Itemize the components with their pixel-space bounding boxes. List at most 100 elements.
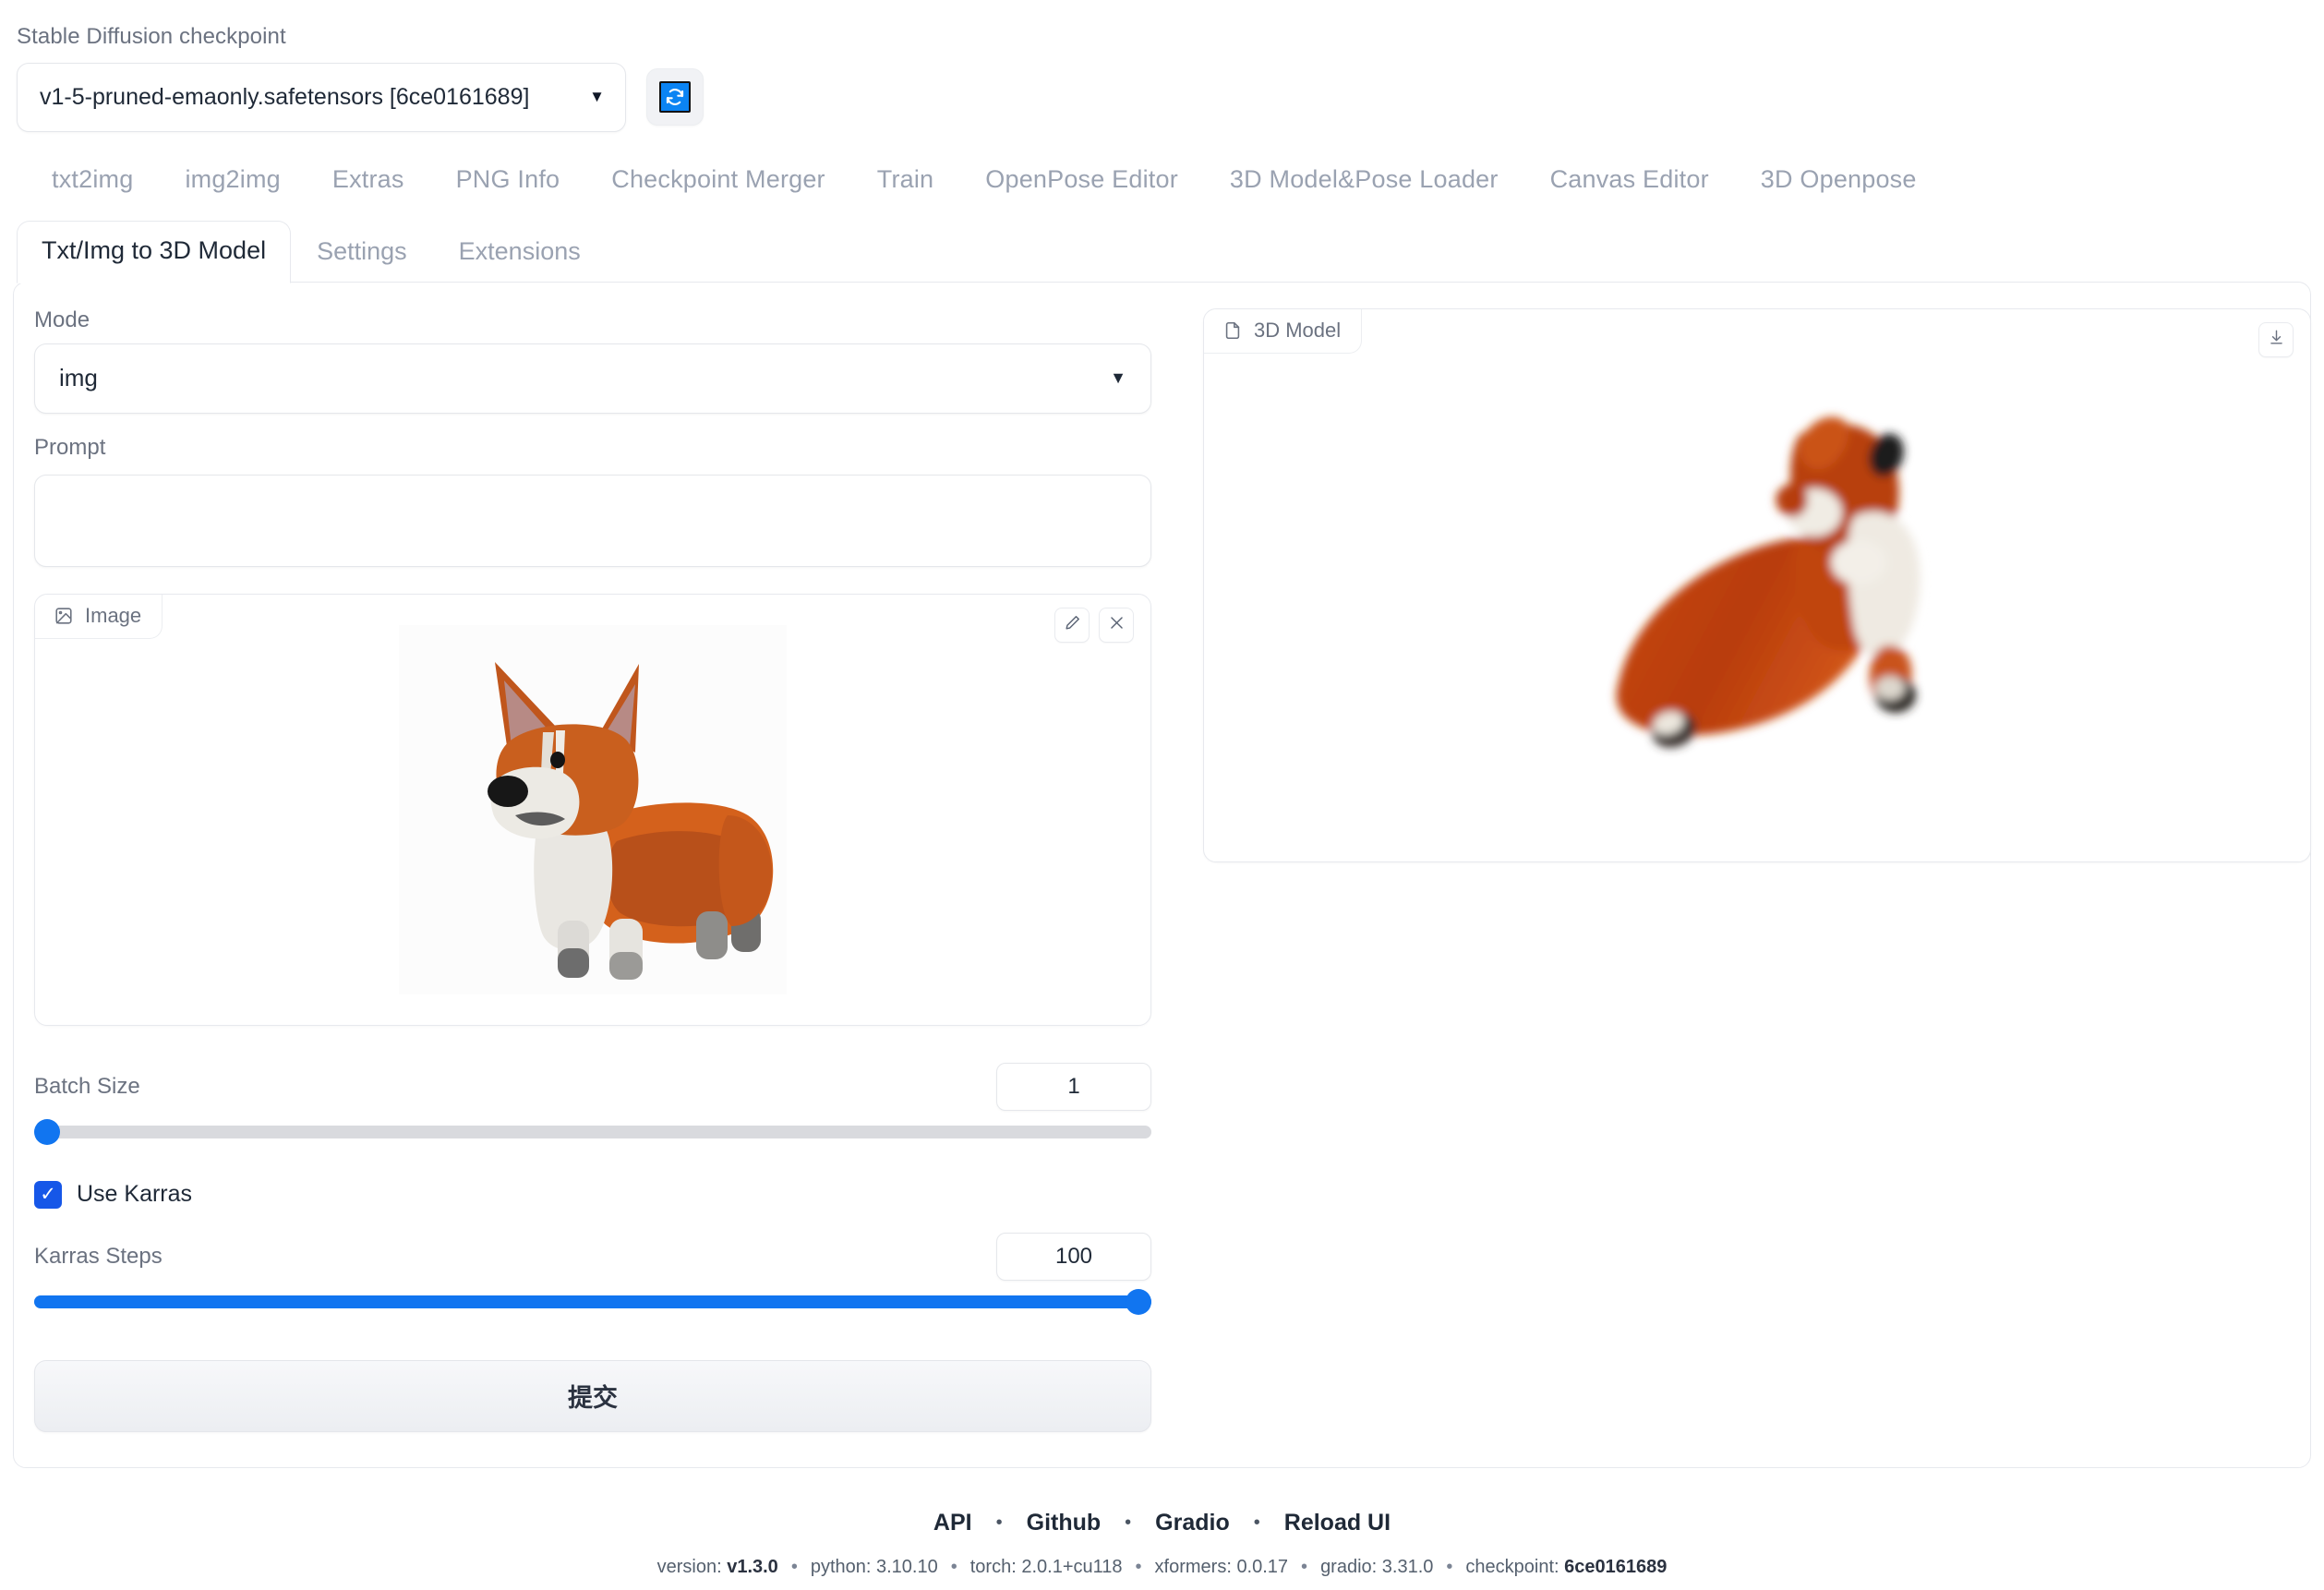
meta-gradio-key: gradio: (1320, 1557, 1377, 1577)
footer-links: API • Github • Gradio • Reload UI (0, 1510, 2324, 1536)
tab-txt2img[interactable]: txt2img (26, 160, 159, 205)
meta-version: version: v1.3.0 (657, 1557, 778, 1578)
meta-version-key: version: (657, 1557, 722, 1577)
submit-button[interactable]: 提交 (34, 1360, 1151, 1432)
use-karras-label: Use Karras (77, 1181, 192, 1208)
tab-txt-img-to-3d-model[interactable]: Txt/Img to 3D Model (17, 221, 291, 283)
file-icon (1222, 320, 1243, 341)
tab-3d-model-pose-loader[interactable]: 3D Model&Pose Loader (1204, 160, 1524, 205)
clear-image-button[interactable] (1099, 608, 1134, 643)
edit-image-button[interactable] (1054, 608, 1090, 643)
meta-separator: • (1446, 1557, 1452, 1578)
batch-size-slider[interactable] (34, 1126, 1151, 1138)
tab-train[interactable]: Train (851, 160, 960, 205)
checkpoint-section: Stable Diffusion checkpoint v1-5-pruned-… (0, 0, 2324, 132)
download-icon (2268, 329, 2285, 351)
footer-link-github[interactable]: Github (1027, 1510, 1102, 1536)
secondary-tab-bar: Txt/Img to 3D Model Settings Extensions (0, 220, 2324, 283)
checkpoint-label: Stable Diffusion checkpoint (17, 24, 2324, 51)
footer-separator: • (1125, 1512, 1131, 1534)
meta-separator: • (951, 1557, 957, 1578)
meta-xformers: xformers: 0.0.17 (1155, 1557, 1289, 1578)
refresh-icon (659, 81, 691, 113)
mode-label: Mode (34, 307, 1170, 334)
model-tool-row (2258, 322, 2294, 357)
meta-xformers-value: 0.0.17 (1236, 1557, 1288, 1577)
meta-python-value: 3.10.10 (876, 1557, 938, 1577)
karras-steps-slider-knob[interactable] (1126, 1289, 1151, 1315)
check-icon: ✓ (40, 1185, 56, 1204)
karras-steps-value-input[interactable]: 100 (996, 1233, 1151, 1281)
karras-steps-slider[interactable] (34, 1295, 1151, 1308)
meta-torch-key: torch: (970, 1557, 1017, 1577)
checkpoint-controls: v1-5-pruned-emaonly.safetensors [6ce0161… (17, 63, 2324, 132)
footer-separator: • (996, 1512, 1003, 1534)
meta-checkpoint-key: checkpoint: (1465, 1557, 1559, 1577)
corgi-photo (399, 625, 787, 994)
meta-separator: • (1301, 1557, 1307, 1578)
meta-torch-value: 2.0.1+cu118 (1021, 1557, 1122, 1577)
image-block-tag-label: Image (85, 604, 141, 628)
tab-checkpoint-merger[interactable]: Checkpoint Merger (585, 160, 851, 205)
tab-settings[interactable]: Settings (291, 223, 433, 283)
left-column: Mode img ▼ Prompt (34, 307, 1170, 1467)
prompt-input[interactable] (34, 475, 1151, 567)
model-viewer[interactable] (1205, 310, 2309, 861)
batch-size-label: Batch Size (34, 1073, 140, 1101)
tab-img2img[interactable]: img2img (159, 160, 306, 205)
tab-canvas-editor[interactable]: Canvas Editor (1524, 160, 1735, 205)
batch-size-slider-knob[interactable] (34, 1119, 60, 1145)
prompt-label: Prompt (34, 434, 1170, 462)
footer-separator: • (1254, 1512, 1260, 1534)
right-column: 3D Model (1203, 307, 2311, 1467)
mode-select[interactable]: img ▼ (34, 343, 1151, 414)
image-block-tag: Image (35, 595, 163, 639)
image-icon (54, 606, 74, 626)
tab-3d-openpose[interactable]: 3D Openpose (1735, 160, 1943, 205)
corgi-3d-render (1517, 345, 1997, 825)
chevron-down-icon: ▼ (1110, 368, 1126, 388)
checkpoint-select[interactable]: v1-5-pruned-emaonly.safetensors [6ce0161… (17, 63, 626, 132)
tab-openpose-editor[interactable]: OpenPose Editor (959, 160, 1204, 205)
close-icon (1108, 614, 1126, 636)
meta-checkpoint-value: 6ce0161689 (1564, 1557, 1667, 1577)
karras-steps-label: Karras Steps (34, 1243, 163, 1271)
tab-panel: Mode img ▼ Prompt (13, 282, 2311, 1468)
batch-size-header: Batch Size 1 (34, 1063, 1151, 1111)
mode-value: img (59, 364, 98, 392)
pencil-icon (1064, 614, 1081, 636)
image-preview[interactable] (36, 596, 1150, 1024)
footer-link-api[interactable]: API (933, 1510, 972, 1536)
meta-xformers-key: xformers: (1155, 1557, 1232, 1577)
meta-python-key: python: (811, 1557, 872, 1577)
image-tool-row (1054, 608, 1134, 643)
meta-python: python: 3.10.10 (811, 1557, 938, 1578)
app-root: Stable Diffusion checkpoint v1-5-pruned-… (0, 0, 2324, 1590)
meta-separator: • (1136, 1557, 1142, 1578)
tab-png-info[interactable]: PNG Info (430, 160, 586, 205)
tab-extras[interactable]: Extras (307, 160, 430, 205)
image-block: Image (34, 594, 1151, 1026)
primary-tab-bar: txt2img img2img Extras PNG Info Checkpoi… (0, 132, 2324, 205)
use-karras-row[interactable]: ✓ Use Karras (34, 1181, 1170, 1209)
footer: API • Github • Gradio • Reload UI versio… (0, 1510, 2324, 1578)
meta-separator: • (791, 1557, 798, 1578)
footer-link-gradio[interactable]: Gradio (1155, 1510, 1230, 1536)
use-karras-checkbox[interactable]: ✓ (34, 1181, 62, 1209)
checkpoint-value: v1-5-pruned-emaonly.safetensors [6ce0161… (40, 84, 529, 111)
tab-extensions[interactable]: Extensions (433, 223, 607, 283)
chevron-down-icon: ▼ (589, 88, 605, 106)
download-model-button[interactable] (2258, 322, 2294, 357)
meta-checkpoint: checkpoint: 6ce0161689 (1465, 1557, 1667, 1578)
model-block-tag-label: 3D Model (1254, 319, 1341, 343)
model-block-tag: 3D Model (1204, 309, 1362, 354)
batch-size-value-input[interactable]: 1 (996, 1063, 1151, 1111)
meta-version-value: v1.3.0 (727, 1557, 778, 1577)
meta-gradio: gradio: 3.31.0 (1320, 1557, 1433, 1578)
refresh-checkpoints-button[interactable] (646, 68, 704, 126)
footer-meta: version: v1.3.0 • python: 3.10.10 • torc… (0, 1557, 2324, 1578)
karras-steps-header: Karras Steps 100 (34, 1233, 1151, 1281)
meta-gradio-value: 3.31.0 (1382, 1557, 1434, 1577)
footer-link-reload-ui[interactable]: Reload UI (1284, 1510, 1391, 1536)
meta-torch: torch: 2.0.1+cu118 (970, 1557, 1123, 1578)
